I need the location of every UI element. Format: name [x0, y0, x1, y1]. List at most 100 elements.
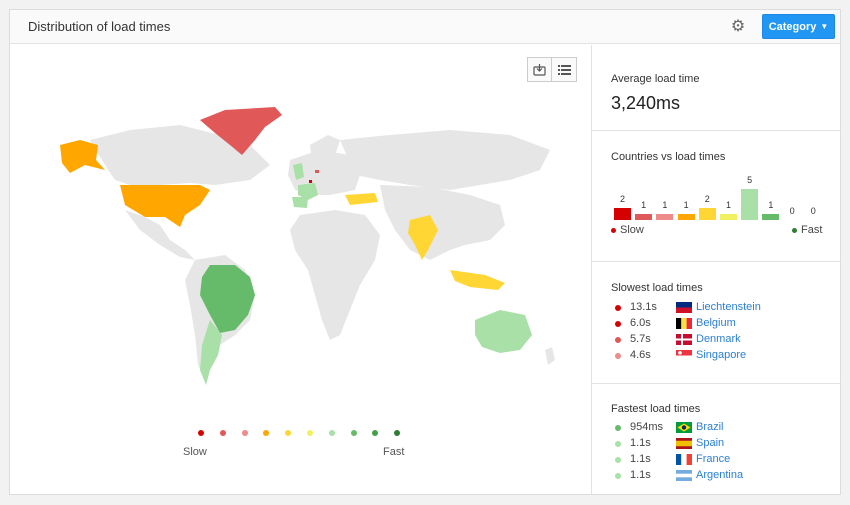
average-load-title: Average load time [611, 73, 700, 85]
scale-dot [241, 430, 248, 436]
load-time-row: 954ms Brazil [592, 420, 841, 436]
load-time-row: 5.7s Denmark [592, 332, 841, 348]
load-time-value: 5.7s [630, 333, 651, 345]
chart-bar[interactable] [698, 208, 716, 220]
fastest-load-section: Fastest load times 954ms Brazil 1.1s Spain 1… [592, 384, 841, 495]
stats-sidebar: Average load time 3,240ms Countries vs l… [591, 45, 841, 495]
chart-bar-label: 1 [662, 200, 668, 210]
load-time-row: 13.1s Liechtenstein [592, 300, 841, 316]
chart-bar-label: 1 [641, 200, 647, 210]
load-time-row: 1.1s France [592, 452, 841, 468]
flag-icon [676, 470, 692, 481]
card-header: Distribution of load times ⚙ Category ▼ [10, 10, 840, 44]
countries-vs-load-title: Countries vs load times [611, 151, 726, 163]
load-time-value: 1.1s [630, 437, 651, 449]
chart-bar[interactable] [635, 214, 653, 220]
load-time-value: 1.1s [630, 453, 651, 465]
load-times-card: Distribution of load times ⚙ Category ▼ [9, 9, 841, 495]
chart-bar-label: 1 [683, 200, 689, 210]
map-region-africa[interactable] [290, 210, 380, 340]
country-link[interactable]: Spain [696, 437, 724, 449]
map-legend-slow-label: Slow [183, 446, 207, 458]
chart-bar[interactable] [762, 214, 780, 220]
load-time-value: 954ms [630, 421, 664, 433]
flag-icon [676, 454, 692, 465]
slowest-load-title: Slowest load times [611, 282, 703, 294]
chart-bar[interactable] [614, 208, 631, 220]
status-dot-icon [615, 457, 621, 463]
world-map-panel: Slow Fast [10, 45, 591, 495]
load-time-value: 4.6s [630, 349, 651, 361]
category-dropdown-button[interactable]: Category ▼ [762, 14, 835, 39]
flag-icon [676, 438, 692, 449]
country-link[interactable]: Singapore [696, 349, 746, 361]
fast-dot-icon [792, 227, 797, 233]
chart-fast-label: Fast [801, 224, 823, 236]
map-region-new-zealand[interactable] [545, 347, 555, 365]
load-time-row: 4.6s Singapore [592, 348, 841, 364]
country-link[interactable]: Argentina [696, 469, 743, 481]
chart-fast-legend: Fast [792, 224, 822, 236]
map-color-scale [191, 430, 401, 440]
scale-dot [350, 430, 357, 436]
chart-slow-legend: Slow [611, 224, 644, 236]
scale-dot [219, 430, 226, 436]
country-link[interactable]: Denmark [696, 333, 741, 345]
map-region-australia[interactable] [475, 310, 532, 353]
average-load-value: 3,240ms [611, 93, 681, 113]
status-dot-icon [615, 353, 621, 359]
chart-bar[interactable] [677, 214, 695, 220]
gear-icon[interactable]: ⚙ [729, 18, 747, 36]
card-title: Distribution of load times [28, 19, 171, 34]
chart-bar-label: 2 [619, 194, 625, 204]
scale-dot [394, 430, 401, 436]
slowest-load-section: Slowest load times 13.1s Liechtenstein 6.0… [592, 262, 841, 384]
chart-bar-label: 1 [725, 200, 731, 210]
country-link[interactable]: Brazil [696, 421, 724, 433]
scale-dot [307, 430, 313, 436]
chart-bar[interactable] [720, 214, 737, 220]
status-dot-icon [615, 337, 621, 343]
status-dot-icon [615, 441, 621, 447]
map-region-spain[interactable] [292, 197, 308, 208]
flag-icon [676, 318, 692, 329]
map-region-denmark[interactable] [315, 170, 319, 173]
flag-icon [676, 350, 692, 361]
map-legend-fast-label: Fast [383, 446, 405, 458]
map-region-belgium[interactable] [309, 180, 312, 183]
load-time-row: 1.1s Argentina [592, 468, 841, 484]
chart-bar-label: 5 [747, 175, 753, 185]
chart-bar-label: 2 [704, 194, 710, 204]
load-time-value: 6.0s [630, 317, 651, 329]
average-load-section: Average load time 3,240ms [592, 45, 841, 131]
status-dot-icon [615, 321, 621, 327]
fastest-load-title: Fastest load times [611, 403, 701, 415]
country-link[interactable]: Belgium [696, 317, 736, 329]
load-time-value: 13.1s [630, 301, 657, 313]
scale-dot [285, 430, 292, 436]
map-region-indonesia[interactable] [450, 270, 505, 290]
chart-bar-label: 1 [768, 200, 774, 210]
world-map [60, 107, 555, 385]
status-dot-icon [615, 305, 621, 311]
load-time-value: 1.1s [630, 469, 651, 481]
status-dot-icon [615, 473, 621, 479]
chart-bar[interactable] [656, 214, 674, 220]
flag-icon [676, 422, 692, 433]
caret-down-icon: ▼ [820, 22, 829, 31]
map-region-mexico[interactable] [125, 210, 195, 260]
chart-bar-label: 0 [810, 206, 816, 216]
chart-bar[interactable] [741, 189, 759, 220]
chart-slow-label: Slow [620, 224, 644, 236]
map-region-russia[interactable] [340, 130, 550, 190]
scale-dot [198, 430, 204, 436]
map-region-turkey[interactable] [345, 193, 378, 205]
scale-dot [263, 430, 270, 436]
country-link[interactable]: Liechtenstein [696, 301, 761, 313]
countries-vs-load-section: Countries vs load times 2111215100 Slow … [592, 131, 841, 262]
category-button-label: Category [768, 20, 817, 33]
scale-dot [372, 430, 379, 436]
map-region-asia[interactable] [380, 185, 505, 260]
status-dot-icon [615, 425, 621, 431]
country-link[interactable]: France [696, 453, 730, 465]
